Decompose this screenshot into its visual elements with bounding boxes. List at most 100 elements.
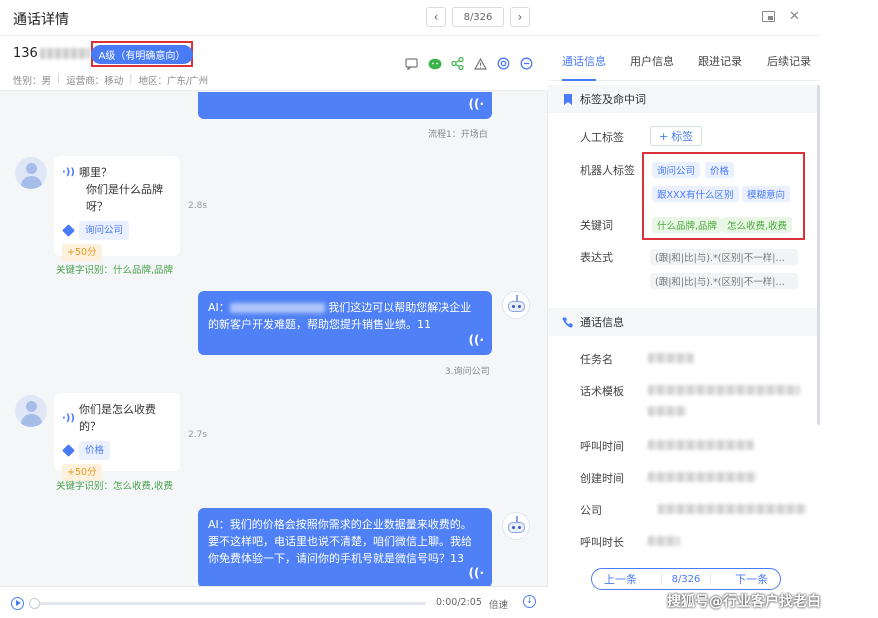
intent-level-badge: A级（有明确意向）: [90, 44, 194, 64]
company-label: 公司: [580, 504, 602, 517]
masked-value: [648, 353, 694, 363]
keyword-label: 关键词: [580, 219, 613, 232]
plus-icon: +: [659, 129, 669, 143]
user-message[interactable]: ·)) 你们是怎么收费的？ 价格 +50分: [54, 393, 180, 481]
share-icon[interactable]: [450, 56, 465, 71]
prev-record-link[interactable]: 上一条: [604, 571, 637, 587]
intent-tag: 价格: [79, 441, 111, 460]
robot-tag: 价格: [705, 162, 735, 178]
speech-duration: 2.7s: [188, 430, 208, 440]
caller-toolbar: [404, 56, 534, 71]
remove-icon[interactable]: [519, 56, 534, 71]
info-pane: 通话信息 用户信息 跟进记录 后续记录 标签及命中词 人工标签 + 标签 机器人标…: [548, 37, 821, 618]
keyword-chip: 什么品牌,品牌: [652, 217, 723, 233]
robot-tag: 跟XXX有什么区别: [652, 186, 739, 202]
ai-text: AI： 我们这边可以帮助您解决企业的新客户开发难题，帮助您提升销售业绩。11: [198, 291, 492, 333]
conversation-pane: 136 A级（有明确意向） 性别：男 | 运营商：移动 | 地区：广东/广州 (…: [0, 37, 548, 618]
gender-text: 性别：男: [13, 76, 52, 87]
audio-wave-icon[interactable]: ((·: [468, 332, 484, 349]
top-pager: ‹ 8/326 ›: [426, 7, 530, 27]
phone-masked-digits: [39, 48, 90, 59]
play-icon[interactable]: [11, 597, 24, 610]
ai-message[interactable]: ((·: [198, 92, 492, 119]
next-record-button[interactable]: ›: [510, 7, 530, 27]
create-time-label: 创建时间: [580, 472, 624, 485]
user-text: 哪里？: [78, 166, 112, 179]
tags-section-header: 标签及命中词: [548, 85, 820, 113]
tab-follow-up[interactable]: 跟进记录: [698, 53, 742, 69]
masked-value: [648, 536, 680, 546]
tab-subsequent[interactable]: 后续记录: [767, 53, 811, 69]
user-avatar: [15, 395, 47, 427]
flow-node-label: 流程1：开场白: [428, 130, 488, 140]
speaker-icon[interactable]: ·)): [62, 410, 75, 427]
progress-knob[interactable]: [29, 598, 40, 609]
flow-node-label: 3.询问公司: [445, 367, 490, 377]
call-section-header: 通话信息: [548, 308, 820, 336]
keyword-chip: 怎么收费,收费: [722, 217, 793, 233]
download-icon[interactable]: ↓: [523, 595, 536, 608]
region-text: 地区：广东/广州: [138, 76, 209, 87]
bookmark-icon: [562, 93, 573, 105]
masked-company-name: [229, 303, 325, 313]
user-avatar: [15, 157, 47, 189]
tab-user-info[interactable]: 用户信息: [630, 53, 674, 69]
user-message[interactable]: ·)) 哪里？ 你们是什么品牌呀？ 询问公司 +50分: [54, 156, 180, 261]
minimize-icon[interactable]: [762, 11, 775, 22]
speed-button[interactable]: 倍速: [489, 597, 508, 611]
chat-transcript[interactable]: ((· 流程1：开场白 ·)) 哪里？ 你们是什么品牌呀？ 询问公司 +50分 2…: [0, 92, 548, 586]
level-highlight-box: A级（有明确意向）: [90, 41, 194, 67]
user-text: 你们是什么品牌呀？: [86, 183, 163, 213]
chevron-left-icon: ‹: [433, 10, 439, 24]
expression-chip: (跟|和|比|与).*(区别|不一样|一样|...: [650, 273, 798, 289]
view-icon[interactable]: [496, 56, 511, 71]
expression-chip: (跟|和|比|与).*(区别|不一样|一样|...: [650, 249, 798, 265]
page-indicator: 8/326: [452, 7, 504, 27]
info-tabs: 通话信息 用户信息 跟进记录 后续记录: [548, 37, 820, 81]
meta-divider: |: [57, 73, 61, 84]
window-title: 通话详情: [13, 12, 69, 28]
robot-avatar: [502, 291, 530, 319]
ai-message[interactable]: AI：我们的价格会按照你需求的企业数据量来收费的。要不这样吧，电话里也说不清楚，…: [198, 508, 492, 586]
ai-prefix: AI：: [208, 301, 230, 314]
section-title: 通话信息: [580, 316, 624, 329]
expression-label: 表达式: [580, 251, 613, 264]
masked-value: [648, 406, 686, 416]
intent-tag: 询问公司: [79, 221, 130, 240]
window-controls: ✕: [762, 9, 800, 24]
call-time-label: 呼叫时间: [580, 440, 624, 453]
user-text: 你们是怎么收费的？: [78, 403, 156, 433]
bottom-pager: 上一条 8/326 下一条: [591, 568, 781, 590]
add-tag-button[interactable]: + 标签: [650, 126, 703, 146]
phone-number: 136: [13, 46, 90, 61]
progress-track[interactable]: [32, 602, 426, 605]
audio-wave-icon[interactable]: ((·: [468, 565, 484, 582]
meta-divider: |: [129, 73, 133, 84]
script-template-label: 话术模板: [580, 385, 624, 398]
ai-message[interactable]: AI： 我们这边可以帮助您解决企业的新客户开发难题，帮助您提升销售业绩。11 (…: [198, 291, 492, 355]
tag-icon: [62, 444, 75, 457]
next-record-link[interactable]: 下一条: [735, 571, 768, 587]
phone-prefix: 136: [13, 46, 38, 61]
robot-tag: 模糊意向: [742, 186, 791, 202]
carrier-text: 运营商：移动: [66, 76, 124, 87]
caller-meta: 性别：男 | 运营商：移动 | 地区：广东/广州: [13, 73, 208, 87]
audio-wave-icon[interactable]: ((·: [468, 96, 484, 113]
watermark-text: 搜狐号@行业客户找老白: [667, 594, 821, 610]
score-badge: +50分: [62, 244, 102, 261]
robot-tag-label: 机器人标签: [580, 164, 635, 177]
wechat-icon[interactable]: [427, 56, 442, 71]
close-icon[interactable]: ✕: [789, 9, 800, 24]
add-tag-label: 标签: [671, 130, 694, 143]
phone-icon: [562, 317, 573, 328]
warning-icon[interactable]: [473, 56, 488, 71]
masked-value: [648, 472, 756, 482]
masked-value: [648, 385, 800, 395]
audio-player: 0:00/2:05 倍速 ↓: [0, 586, 548, 618]
sms-icon[interactable]: [404, 56, 419, 71]
tab-call-info[interactable]: 通话信息: [562, 53, 606, 69]
keyword-hit-text: 关键字识别：什么品牌,品牌: [56, 265, 174, 276]
speaker-icon[interactable]: ·)): [62, 164, 75, 181]
robot-tag: 询问公司: [652, 162, 701, 178]
prev-record-button[interactable]: ‹: [426, 7, 446, 27]
